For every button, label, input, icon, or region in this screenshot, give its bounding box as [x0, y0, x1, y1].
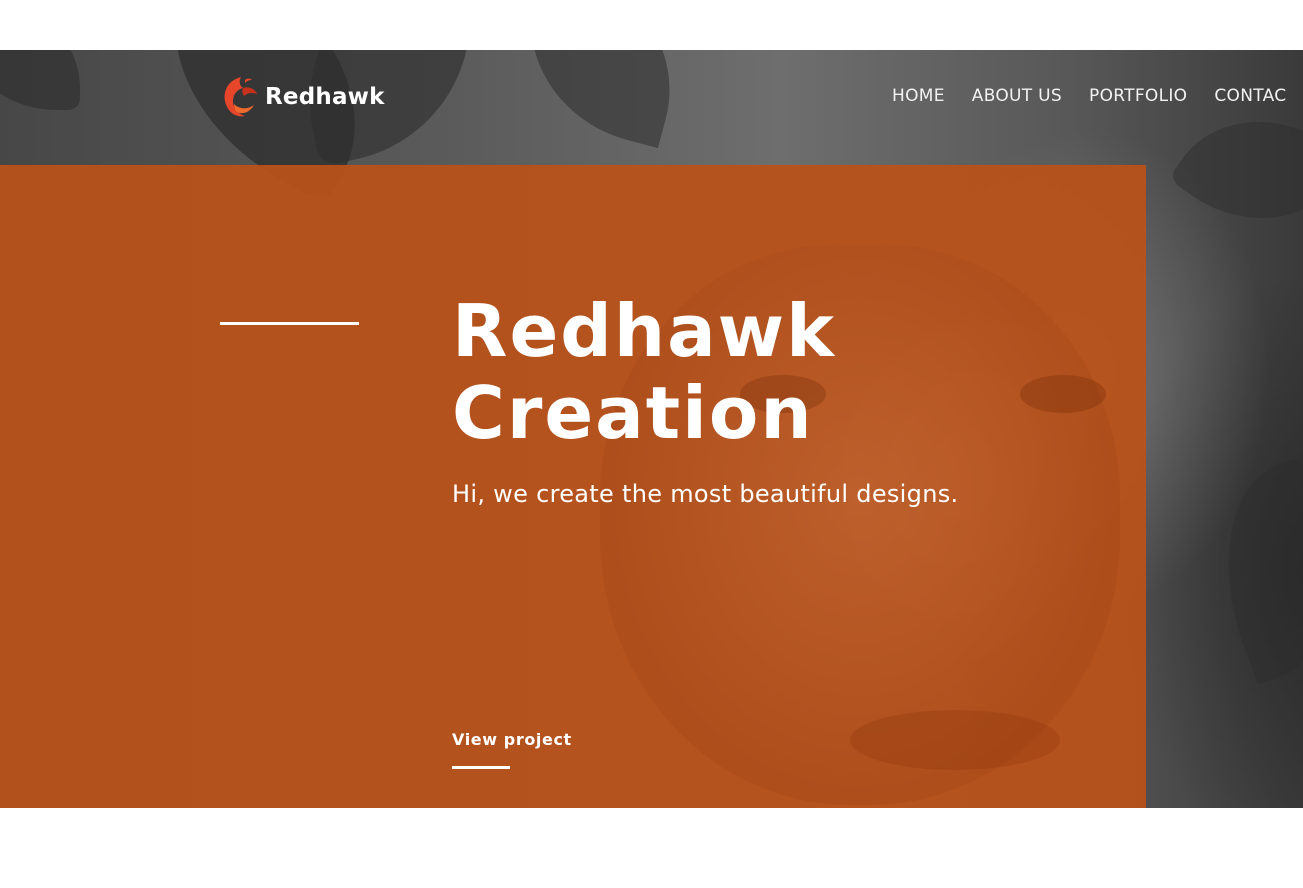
hero-section: Redhawk HOME ABOUT US PORTFOLIO CONTAC R…	[0, 50, 1303, 808]
hero-subtitle: Hi, we create the most beautiful designs…	[452, 480, 959, 508]
brand-logo-link[interactable]: Redhawk	[219, 74, 385, 120]
brand-name: Redhawk	[265, 84, 385, 110]
nav-item-portfolio[interactable]: PORTFOLIO	[1089, 86, 1187, 106]
decorative-leaf	[1189, 455, 1303, 685]
main-nav: HOME ABOUT US PORTFOLIO CONTAC	[892, 86, 1286, 106]
hero-title: Redhawk Creation	[452, 290, 836, 454]
page: Redhawk HOME ABOUT US PORTFOLIO CONTAC R…	[0, 0, 1303, 888]
nav-item-home[interactable]: HOME	[892, 86, 945, 106]
hero-title-line: Creation	[452, 371, 814, 455]
navbar: Redhawk HOME ABOUT US PORTFOLIO CONTAC	[0, 50, 1303, 165]
portrait-eye	[1020, 375, 1106, 413]
view-project-link[interactable]: View project	[452, 730, 572, 749]
nav-item-contact[interactable]: CONTAC	[1214, 86, 1286, 106]
hero-title-line: Redhawk	[452, 289, 837, 373]
cta-underline	[452, 766, 510, 769]
hero-decorative-rule	[220, 322, 359, 325]
redhawk-bird-logo-icon	[224, 77, 257, 117]
portrait-lips	[850, 710, 1060, 770]
nav-item-about-us[interactable]: ABOUT US	[972, 86, 1062, 106]
